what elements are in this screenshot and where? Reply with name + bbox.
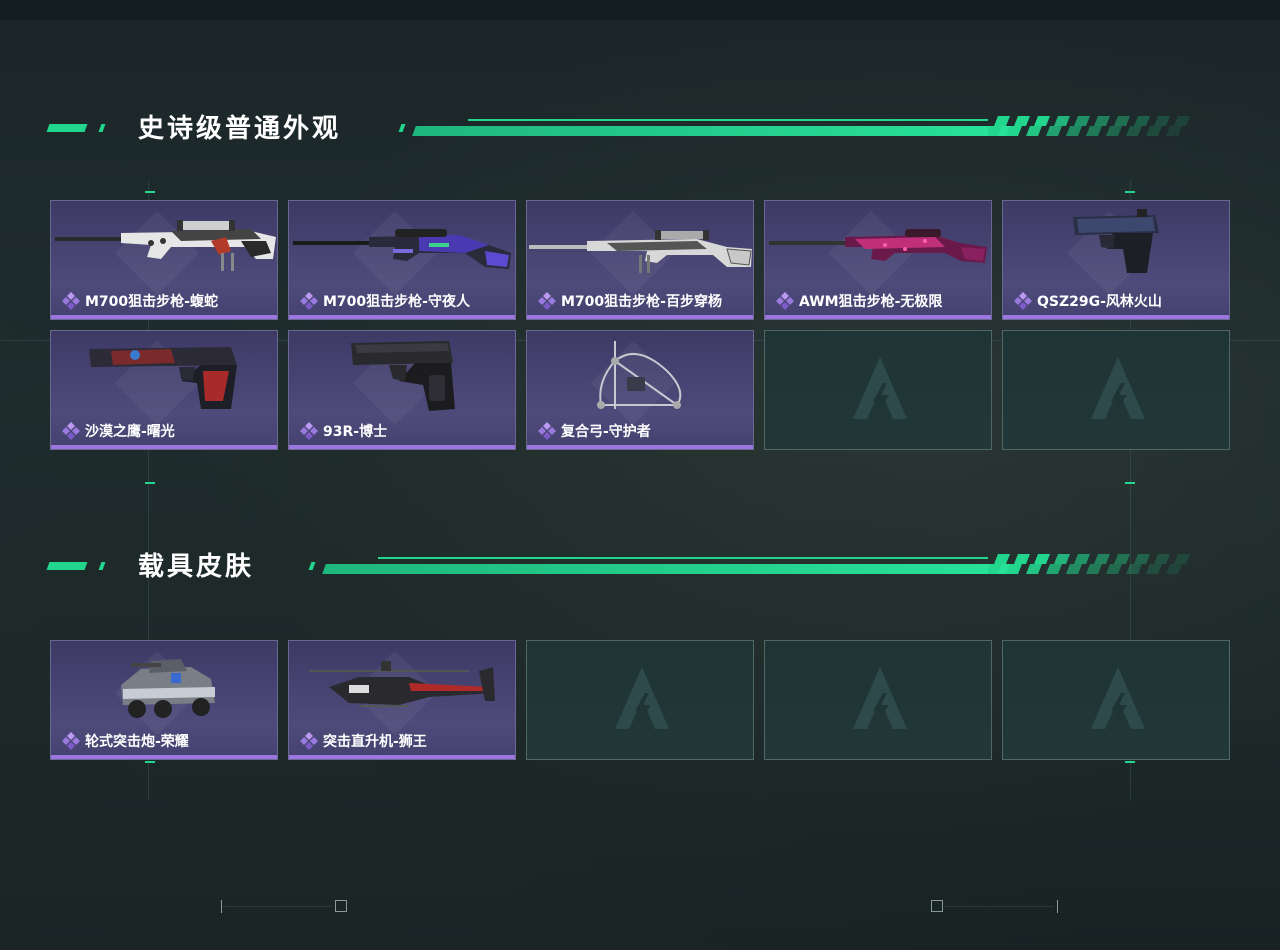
rarity-bar	[1003, 315, 1229, 319]
skin-name: 复合弓-守护者	[561, 424, 651, 440]
checker-pattern	[988, 116, 1190, 136]
sniper-rifle-icon	[769, 229, 987, 263]
skin-name: QSZ29G-风林火山	[1037, 294, 1162, 310]
skin-card[interactable]: 轮式突击炮-荣耀	[50, 640, 278, 760]
rarity-bar	[765, 315, 991, 319]
empty-slot	[1002, 330, 1230, 450]
game-logo-icon	[1091, 357, 1145, 419]
rarity-gem-icon	[62, 732, 80, 750]
hud-tick	[1125, 191, 1135, 193]
skin-card[interactable]: AWM狙击步枪-无极限	[764, 200, 992, 320]
attack-helicopter-icon	[309, 661, 495, 707]
rarity-bar	[51, 445, 277, 449]
game-logo-icon	[853, 357, 907, 419]
pistol-icon	[1073, 209, 1159, 273]
header-line	[378, 557, 988, 559]
skin-card[interactable]: M700狙击步枪-守夜人	[288, 200, 516, 320]
skin-card[interactable]: M700狙击步枪-蝮蛇	[50, 200, 278, 320]
section-header-vehicle-skins: 载具皮肤	[46, 552, 1208, 582]
skin-name: 轮式突击炮-荣耀	[85, 734, 189, 750]
skin-card[interactable]: 复合弓-守护者	[526, 330, 754, 450]
skin-name: M700狙击步枪-蝮蛇	[85, 294, 218, 310]
section-header-epic-skins: 史诗级普通外观	[46, 114, 1208, 144]
hud-tick	[1125, 482, 1135, 484]
top-bar	[0, 0, 1280, 20]
hud-tick	[1125, 761, 1135, 763]
header-line	[468, 119, 988, 121]
header-bar	[322, 564, 1016, 574]
compound-bow-icon	[597, 341, 682, 409]
rarity-bar	[527, 445, 753, 449]
game-logo-icon	[853, 667, 907, 729]
hud-line	[222, 906, 332, 907]
pistol-icon	[89, 347, 237, 409]
pistol-icon	[351, 341, 455, 411]
rarity-bar	[289, 315, 515, 319]
hud-line	[1057, 900, 1058, 913]
empty-slot	[764, 640, 992, 760]
empty-slot	[1002, 640, 1230, 760]
skin-name: AWM狙击步枪-无极限	[799, 294, 943, 310]
skin-name: M700狙击步枪-守夜人	[323, 294, 470, 310]
hud-tick	[145, 761, 155, 763]
header-accent-dash	[98, 124, 106, 132]
rarity-bar	[51, 315, 277, 319]
skin-card[interactable]: 沙漠之鹰-曙光	[50, 330, 278, 450]
header-accent-dash	[308, 562, 316, 570]
game-logo-icon	[1091, 667, 1145, 729]
skin-name: 突击直升机-狮王	[323, 734, 427, 750]
sniper-rifle-icon	[55, 220, 276, 271]
rarity-gem-icon	[538, 292, 556, 310]
hud-square	[335, 900, 347, 912]
section-title: 载具皮肤	[138, 552, 255, 582]
rarity-bar	[527, 315, 753, 319]
section-title: 史诗级普通外观	[138, 114, 342, 144]
hud-tick	[145, 482, 155, 484]
hud-line	[944, 906, 1054, 907]
header-bar	[412, 126, 1016, 136]
rarity-gem-icon	[776, 292, 794, 310]
header-accent-dash	[398, 124, 406, 132]
rarity-gem-icon	[1014, 292, 1032, 310]
header-accent-dash	[98, 562, 106, 570]
skin-card[interactable]: QSZ29G-风林火山	[1002, 200, 1230, 320]
hud-line	[221, 900, 222, 913]
skin-card[interactable]: 93R-博士	[288, 330, 516, 450]
rarity-bar	[289, 755, 515, 759]
sniper-rifle-icon	[293, 229, 511, 269]
rarity-bar	[51, 755, 277, 759]
skin-card[interactable]: M700狙击步枪-百步穿杨	[526, 200, 754, 320]
hud-tick	[145, 191, 155, 193]
game-logo-icon	[615, 667, 669, 729]
skin-name: M700狙击步枪-百步穿杨	[561, 294, 722, 310]
rarity-gem-icon	[62, 292, 80, 310]
rarity-gem-icon	[62, 422, 80, 440]
armored-vehicle-icon	[121, 659, 215, 718]
sniper-rifle-icon	[529, 230, 752, 273]
checker-pattern	[988, 554, 1190, 574]
header-accent-dash	[46, 124, 88, 132]
rarity-bar	[289, 445, 515, 449]
empty-slot	[764, 330, 992, 450]
rarity-gem-icon	[300, 292, 318, 310]
rarity-gem-icon	[300, 732, 318, 750]
header-accent-dash	[46, 562, 88, 570]
skin-name: 沙漠之鹰-曙光	[85, 424, 175, 440]
rarity-gem-icon	[538, 422, 556, 440]
rarity-gem-icon	[300, 422, 318, 440]
hud-square	[931, 900, 943, 912]
empty-slot	[526, 640, 754, 760]
skin-name: 93R-博士	[323, 424, 388, 440]
skin-card[interactable]: 突击直升机-狮王	[288, 640, 516, 760]
